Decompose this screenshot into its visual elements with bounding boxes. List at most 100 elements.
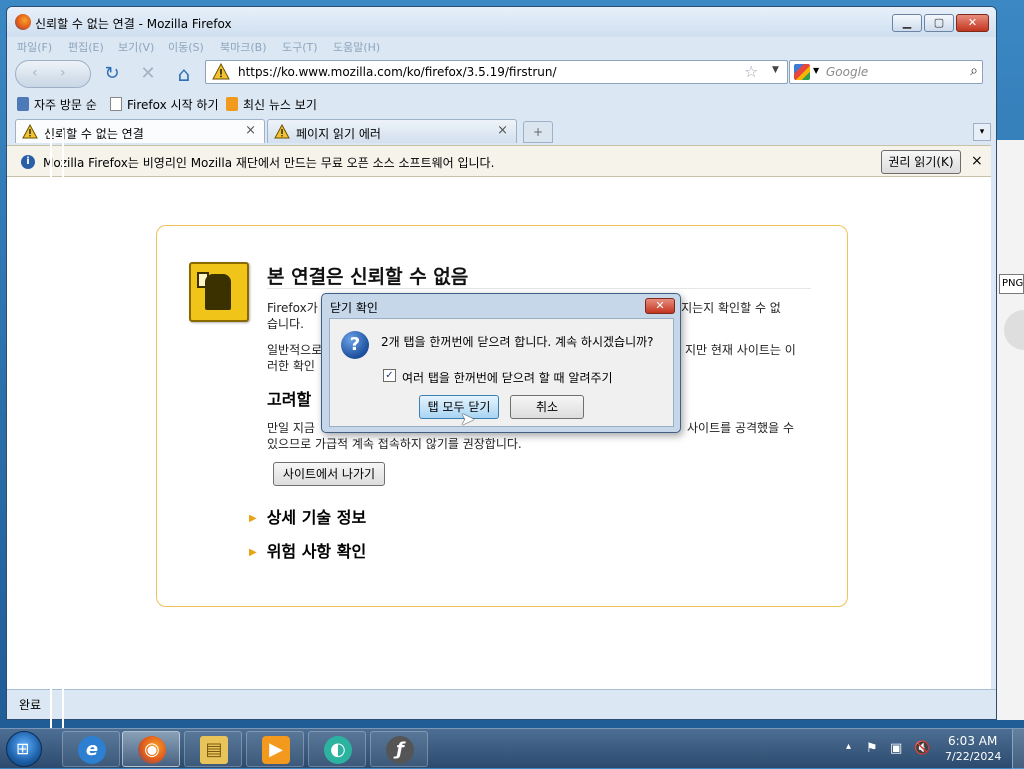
desktop-background-window — [997, 140, 1024, 720]
consider-heading: 고려할 — [267, 390, 312, 409]
title-divider — [267, 288, 811, 289]
warning-icon — [274, 124, 290, 139]
question-icon: ? — [341, 331, 369, 359]
url-bar[interactable]: https://ko.www.mozilla.com/ko/firefox/3.… — [205, 60, 788, 84]
action-center-flag-icon[interactable]: ⚑ — [866, 741, 878, 756]
notification-bar: i Mozilla Firefox는 비영리인 Mozilla 재단에서 만드는… — [7, 145, 991, 177]
tab-label: 페이지 읽기 에러 — [296, 127, 381, 141]
close-all-tabs-button[interactable]: 탭 모두 닫기 — [419, 395, 499, 419]
tab-untrusted-connection[interactable]: 신뢰할 수 없는 연결 × — [15, 119, 265, 143]
most-visited-icon — [17, 97, 29, 111]
dialog-body: ? 2개 탭을 한꺼번에 닫으려 합니다. 계속 하시겠습니까? ✓ 여러 탭을… — [329, 318, 674, 430]
flash-icon: ƒ — [386, 736, 414, 764]
minimize-icon: ▁ — [902, 16, 912, 29]
windows-logo-icon: ⊞ — [16, 739, 30, 758]
warn-on-close-checkbox[interactable]: ✓ — [383, 369, 396, 382]
bookmark-latest-headlines[interactable]: 최신 뉴스 보기 — [226, 96, 317, 113]
notification-text: Mozilla Firefox는 비영리인 Mozilla 재단에서 만드는 무… — [43, 156, 495, 170]
menu-help[interactable]: 도움말(H) — [333, 39, 380, 55]
search-bar[interactable]: ▼ Google ⌕ — [789, 60, 983, 84]
menu-edit[interactable]: 편집(E) — [68, 39, 104, 55]
taskbar-firefox[interactable]: ◉ — [122, 731, 180, 767]
search-icon[interactable]: ⌕ — [970, 63, 978, 79]
folder-icon: ▤ — [200, 736, 228, 764]
dialog-title: 닫기 확인 — [330, 301, 378, 315]
know-your-rights-button[interactable]: 권리 읽기(K) — [881, 150, 961, 174]
show-hidden-icons-icon[interactable]: ▴ — [846, 741, 851, 752]
show-desktop-button[interactable] — [1012, 729, 1024, 769]
bookmark-label: 최신 뉴스 보기 — [243, 98, 317, 112]
notification-close-icon[interactable]: × — [971, 153, 983, 169]
menu-bookmarks[interactable]: 북마크(B) — [220, 39, 267, 55]
window-title: 신뢰할 수 없는 연결 - Mozilla Firefox — [35, 17, 232, 31]
taskbar-file-explorer[interactable]: ▤ — [184, 731, 242, 767]
bookmark-star-icon[interactable]: ☆ — [744, 62, 758, 81]
understand-risks-expander[interactable]: ▶ 위험 사항 확인 — [249, 538, 366, 562]
menu-file[interactable]: 파일(F) — [17, 39, 52, 55]
new-tab-button[interactable]: + — [523, 121, 553, 143]
maximize-button[interactable]: ▢ — [924, 14, 954, 32]
clock-time[interactable]: 6:03 AM — [948, 734, 997, 748]
taskbar: ⊞ e ◉ ▤ ▶ ◐ ƒ ▴ ⚑ ▣ 🔇 6:03 AM 7/22/2024 — [0, 728, 1024, 769]
vertical-line-artifact — [62, 130, 64, 728]
back-forward-buttons[interactable]: ‹ › — [15, 60, 91, 88]
search-engine-dropdown-icon[interactable]: ▼ — [813, 66, 819, 75]
firefox-logo-icon — [15, 14, 31, 30]
cancel-button[interactable]: 취소 — [510, 395, 584, 419]
internet-explorer-icon: e — [78, 736, 106, 764]
warn-on-close-label[interactable]: 여러 탭을 한꺼번에 닫으려 할 때 알려주기 — [402, 369, 613, 386]
status-text: 완료 — [19, 698, 42, 712]
expander-label: 위험 사항 확인 — [266, 542, 367, 561]
get-me-out-button[interactable]: 사이트에서 나가기 — [273, 462, 385, 486]
network-icon[interactable]: ▣ — [890, 741, 902, 756]
tab-list-dropdown-icon[interactable]: ▾ — [973, 123, 991, 141]
warning-icon — [22, 124, 38, 139]
dialog-message: 2개 탭을 한꺼번에 닫으려 합니다. 계속 하시겠습니까? — [381, 335, 654, 349]
tab-page-load-error[interactable]: 페이지 읽기 에러 × — [267, 119, 517, 143]
media-player-icon: ▶ — [262, 736, 290, 764]
taskbar-messenger[interactable]: ◐ — [308, 731, 366, 767]
page-icon — [110, 97, 122, 111]
dialog-close-icon[interactable]: ✕ — [645, 298, 675, 314]
clock-date[interactable]: 7/22/2024 — [945, 750, 1001, 763]
info-icon: i — [21, 155, 35, 169]
messenger-icon: ◐ — [324, 736, 352, 764]
taskbar-media-player[interactable]: ▶ — [246, 731, 304, 767]
menu-bar: 파일(F) 편집(E) 보기(V) 이동(S) 북마크(B) 도구(T) 도움말… — [7, 37, 996, 57]
mouse-cursor-icon: ➤ — [460, 409, 476, 430]
close-tabs-dialog: 닫기 확인 ✕ ? 2개 탭을 한꺼번에 닫으려 합니다. 계속 하시겠습니까?… — [321, 293, 681, 433]
error-title: 본 연결은 신뢰할 수 없음 — [267, 266, 469, 288]
minimize-button[interactable]: ▁ — [892, 14, 922, 32]
stop-icon[interactable]: ✕ — [137, 63, 159, 85]
paragraph-text: 일반적으로 — [267, 343, 323, 357]
forward-icon[interactable]: › — [60, 65, 66, 81]
close-window-button[interactable]: ✕ — [956, 14, 989, 32]
reload-icon[interactable]: ↻ — [101, 63, 123, 85]
firefox-icon: ◉ — [138, 736, 166, 764]
taskbar-internet-explorer[interactable]: e — [62, 731, 120, 767]
volume-muted-icon[interactable]: 🔇 — [914, 741, 930, 756]
search-placeholder: Google — [826, 65, 869, 79]
menu-view[interactable]: 보기(V) — [118, 39, 154, 55]
bookmark-getting-started[interactable]: Firefox 시작 하기 — [110, 96, 219, 113]
tab-close-icon[interactable]: × — [497, 123, 508, 138]
tab-close-icon[interactable]: × — [245, 123, 256, 138]
menu-go[interactable]: 이동(S) — [168, 39, 204, 55]
home-icon[interactable]: ⌂ — [173, 63, 195, 85]
taskbar-flash[interactable]: ƒ — [370, 731, 428, 767]
desktop-text-field: PNG — [999, 274, 1024, 294]
bookmark-most-visited[interactable]: 자주 방문 순 — [17, 96, 97, 113]
menu-tools[interactable]: 도구(T) — [282, 39, 318, 55]
expander-arrow-icon: ▶ — [249, 513, 257, 524]
url-text: https://ko.www.mozilla.com/ko/firefox/3.… — [238, 65, 557, 79]
url-dropdown-icon[interactable]: ▼ — [772, 65, 779, 75]
google-icon[interactable] — [794, 64, 810, 80]
paragraph-text: 만일 지금 — [267, 421, 315, 435]
title-bar: 신뢰할 수 없는 연결 - Mozilla Firefox ▁ ▢ ✕ — [7, 7, 996, 37]
paragraph-text: 사이트를 공격했을 수 — [687, 421, 794, 435]
start-button[interactable]: ⊞ — [6, 731, 42, 767]
technical-details-expander[interactable]: ▶ 상세 기술 정보 — [249, 504, 366, 528]
back-icon[interactable]: ‹ — [32, 65, 38, 81]
bookmarks-toolbar: 자주 방문 순 Firefox 시작 하기 최신 뉴스 보기 — [7, 93, 996, 115]
close-icon: ✕ — [967, 16, 978, 29]
